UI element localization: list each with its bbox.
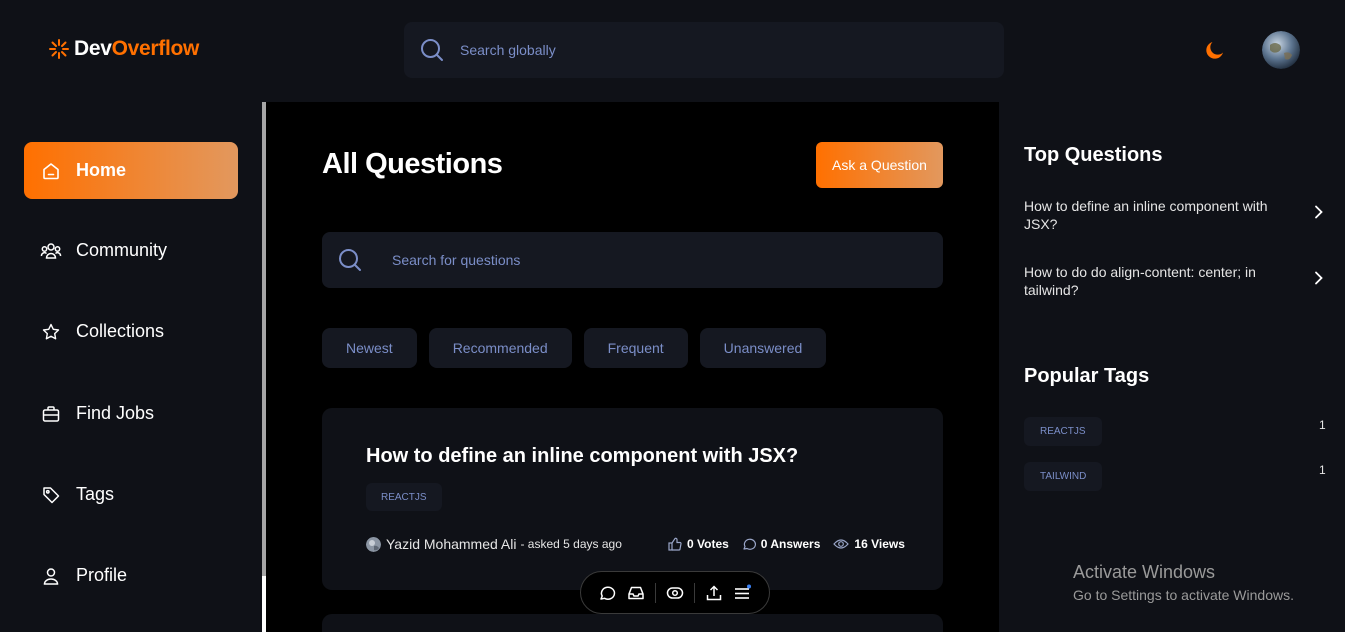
votes-count: 0 Votes	[687, 537, 729, 551]
top-question-text: How to define an inline component with J…	[1024, 198, 1268, 232]
popular-tags-title: Popular Tags	[1024, 365, 1150, 387]
popular-tag-count: 1	[1319, 418, 1326, 432]
popular-tag[interactable]: REACTJS	[1024, 417, 1102, 446]
asked-time: - asked 5 days ago	[520, 537, 622, 551]
filter-newest[interactable]: Newest	[322, 328, 417, 368]
filter-recommended[interactable]: Recommended	[428, 328, 572, 368]
user-icon	[40, 565, 62, 587]
question-tag[interactable]: REACTJS	[366, 483, 442, 511]
question-author[interactable]: Yazid Mohammed Ali - asked 5 days ago	[366, 536, 622, 552]
global-search-input[interactable]	[460, 42, 960, 58]
sidebar-item-community[interactable]: Community	[24, 222, 238, 279]
sidebar-item-find-jobs[interactable]: Find Jobs	[24, 385, 238, 442]
logo-text-overflow: Overflow	[111, 37, 200, 60]
views-count: 16 Views	[854, 537, 905, 551]
message-icon	[742, 537, 756, 551]
sidebar-item-profile[interactable]: Profile	[24, 547, 238, 604]
sidebar-item-label: Home	[76, 160, 127, 180]
right-sidebar: Top Questions How to define an inline co…	[999, 102, 1345, 632]
toolbar-divider	[655, 582, 657, 603]
question-card: How to define an inline component with J…	[322, 408, 943, 590]
votes-stat: 0 Votes	[668, 537, 729, 551]
sidebar-item-tags[interactable]: Tags	[24, 466, 238, 523]
answers-stat: 0 Answers	[742, 537, 821, 551]
comment-icon[interactable]	[597, 583, 617, 603]
top-question-text: How to do do align-content: center; in t…	[1024, 264, 1256, 298]
activate-windows-subtitle: Go to Settings to activate Windows.	[1073, 587, 1294, 603]
answers-count: 0 Answers	[760, 537, 821, 551]
toolbar-divider	[693, 582, 695, 603]
inbox-icon[interactable]	[626, 583, 646, 603]
main-content: All Questions Ask a Question Newest Reco…	[266, 102, 999, 632]
floating-toolbar	[580, 571, 770, 614]
ask-question-button[interactable]: Ask a Question	[816, 142, 943, 188]
global-search-bar[interactable]	[404, 22, 1004, 78]
logo-icon	[48, 38, 70, 60]
star-icon	[40, 321, 62, 343]
top-navbar: DevOverflow	[0, 0, 1345, 102]
briefcase-icon	[40, 403, 62, 425]
like-icon	[668, 537, 682, 551]
home-icon	[40, 160, 62, 182]
search-icon	[338, 248, 362, 272]
top-question-item[interactable]: How to do do align-content: center; in t…	[1024, 263, 1324, 299]
sidebar-item-label: Community	[76, 240, 168, 260]
top-questions-title: Top Questions	[1024, 144, 1163, 166]
eye-icon	[833, 537, 850, 551]
question-search-bar[interactable]	[322, 232, 943, 288]
author-avatar	[366, 536, 381, 552]
top-question-item[interactable]: How to define an inline component with J…	[1024, 197, 1324, 233]
share-icon[interactable]	[704, 583, 724, 603]
logo-text-dev: Dev	[74, 37, 112, 60]
author-name: Yazid Mohammed Ali	[386, 536, 517, 552]
sidebar-item-label: Collections	[76, 321, 165, 341]
user-avatar[interactable]	[1262, 31, 1300, 69]
sidebar-item-home[interactable]: Home	[24, 142, 238, 199]
filter-unanswered[interactable]: Unanswered	[699, 328, 827, 368]
views-stat: 16 Views	[833, 537, 905, 551]
sidebar-item-label: Find Jobs	[76, 403, 155, 423]
tag-icon	[40, 484, 62, 506]
chevron-right-icon	[1314, 205, 1324, 219]
chevron-right-icon	[1314, 271, 1324, 285]
question-search-input[interactable]	[392, 252, 912, 268]
menu-icon[interactable]	[732, 583, 752, 603]
question-title[interactable]: How to define an inline component with J…	[366, 445, 798, 468]
activate-windows-watermark: Activate Windows Go to Settings to activ…	[1073, 562, 1294, 603]
sidebar-item-collections[interactable]: Collections	[24, 303, 238, 360]
filter-frequent[interactable]: Frequent	[583, 328, 688, 368]
sidebar-item-label: Profile	[76, 565, 128, 585]
logo[interactable]: DevOverflow	[48, 37, 199, 61]
activate-windows-title: Activate Windows	[1073, 562, 1216, 582]
left-sidebar: Home Community Collections Find Jobs Tag…	[0, 102, 262, 632]
theme-toggle-button[interactable]	[1203, 38, 1227, 62]
page-title: All Questions	[322, 148, 503, 180]
question-stats: 0 Votes 0 Answers 16 Views	[668, 537, 905, 551]
popular-tag[interactable]: TAILWIND	[1024, 462, 1103, 491]
preview-icon[interactable]	[665, 583, 685, 603]
search-icon	[420, 38, 444, 62]
community-icon	[40, 240, 62, 262]
popular-tag-count: 1	[1319, 463, 1326, 477]
filter-tabs: Newest Recommended Frequent Unanswered	[322, 328, 827, 368]
question-card	[322, 614, 943, 632]
sidebar-item-label: Tags	[76, 484, 115, 504]
moon-icon	[1203, 38, 1227, 62]
